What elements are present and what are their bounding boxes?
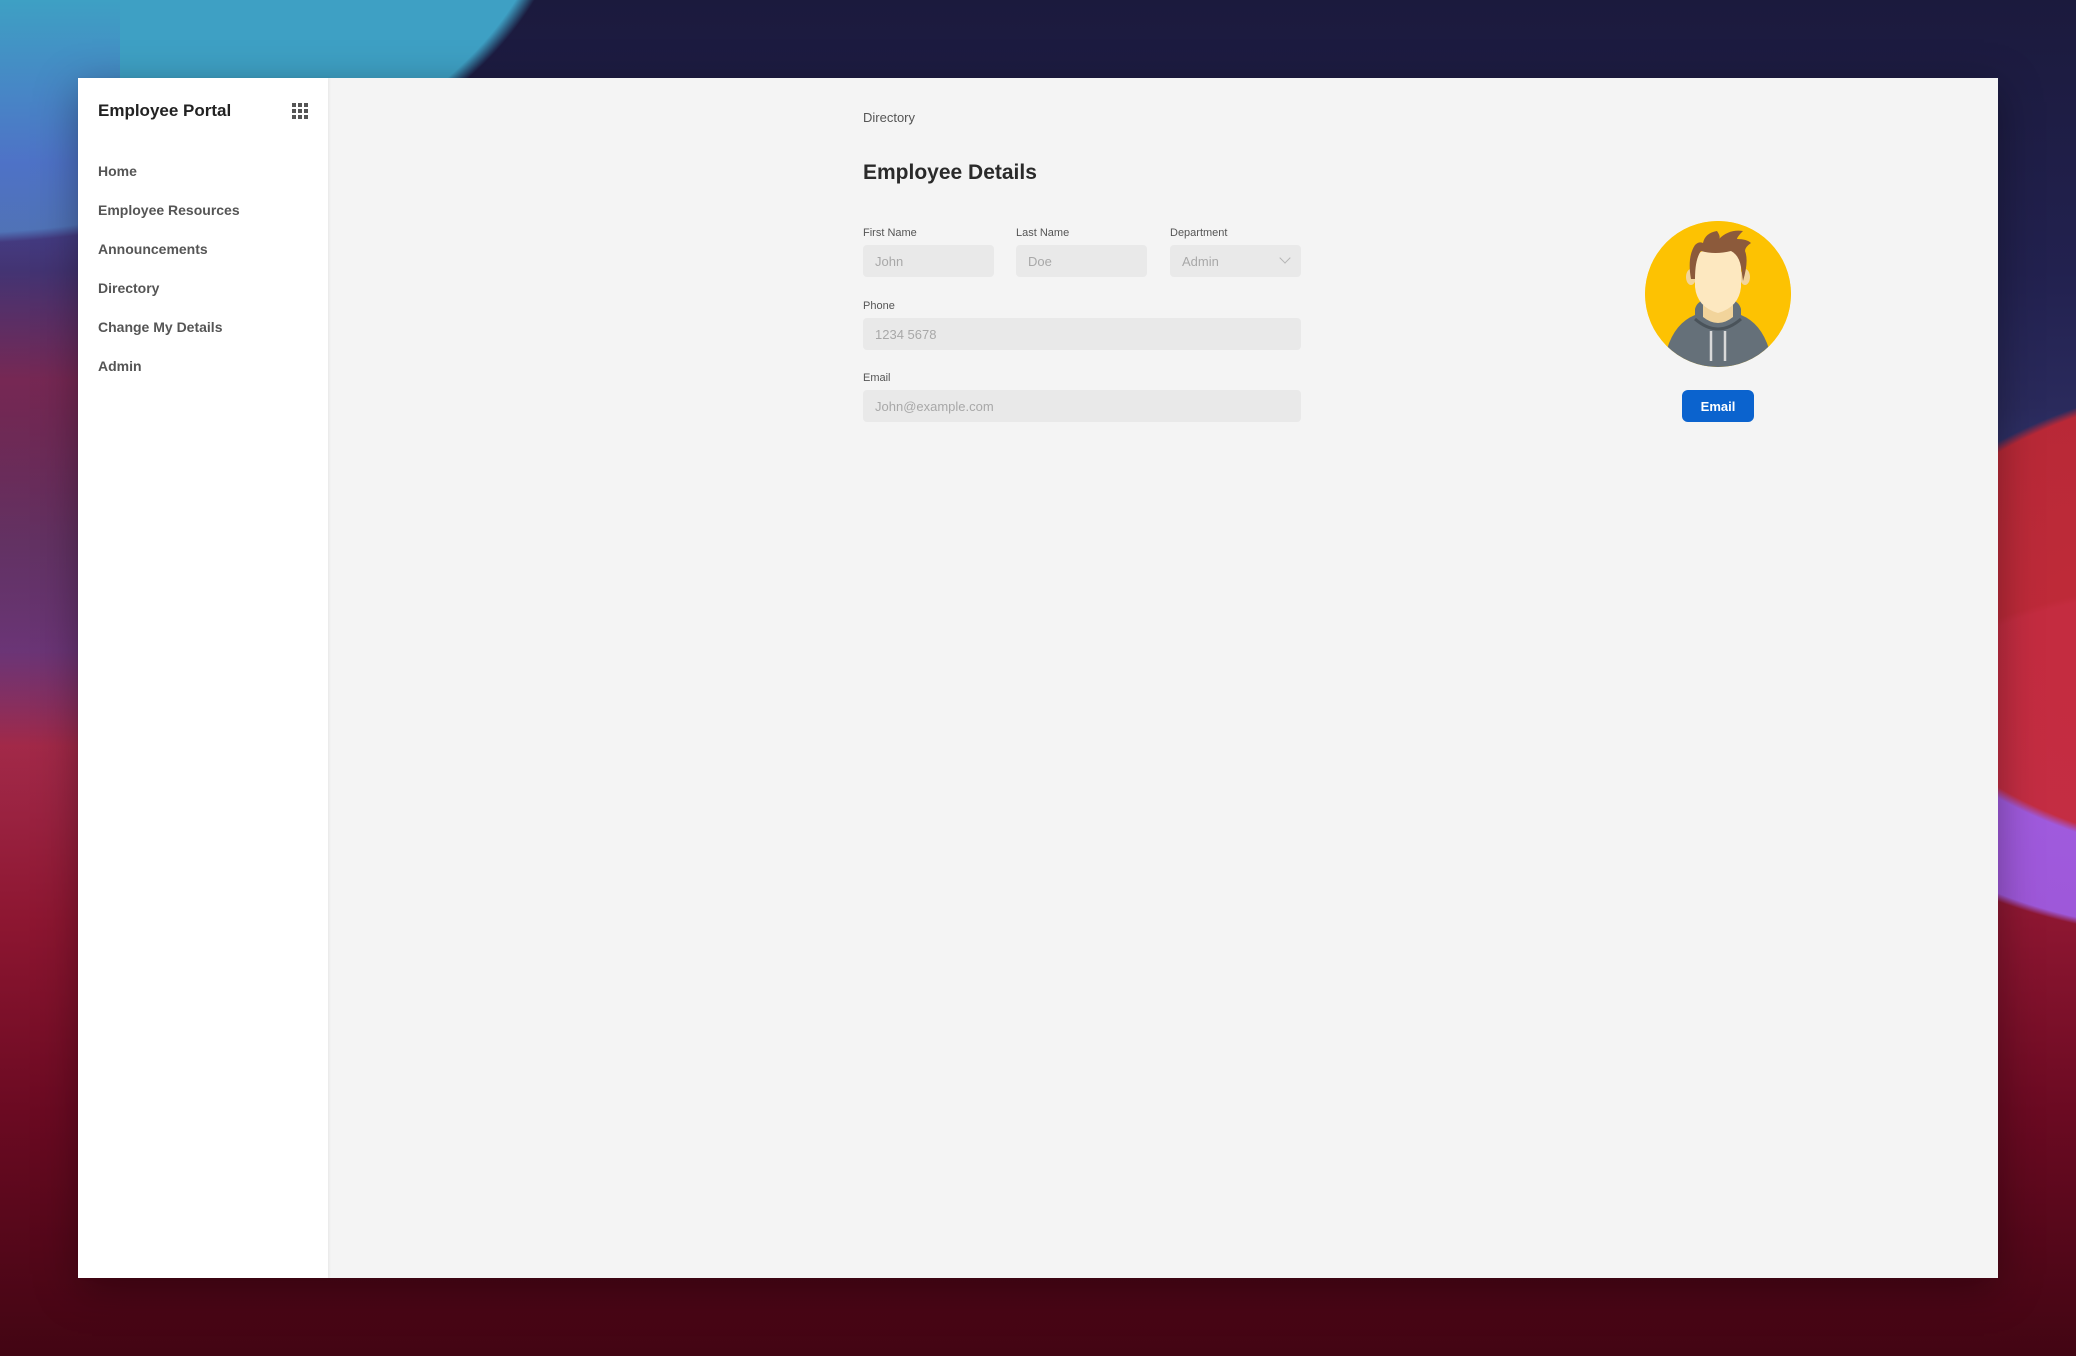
phone-input[interactable] [863, 318, 1301, 350]
last-name-label: Last Name [1016, 227, 1070, 239]
phone-field: Phone [863, 299, 1301, 350]
department-selected-value: Admin [1182, 253, 1219, 269]
department-field: Department Admin [1170, 226, 1301, 277]
first-name-label: First Name [863, 227, 917, 239]
sidebar-item-announcements[interactable]: Announcements [98, 230, 308, 269]
last-name-field: Last Name [1016, 226, 1147, 277]
sidebar-item-home[interactable]: Home [98, 152, 308, 191]
app-brand: Employee Portal [98, 101, 232, 120]
sidebar-nav: Home Employee Resources Announcements Di… [98, 152, 308, 386]
sidebar-item-employee-resources[interactable]: Employee Resources [98, 191, 308, 230]
sidebar-item-directory[interactable]: Directory [98, 269, 308, 308]
first-name-input[interactable] [863, 245, 994, 277]
first-name-field: First Name [863, 226, 994, 277]
phone-label: Phone [863, 300, 895, 312]
email-label: Email [863, 372, 891, 384]
user-avatar-icon [1645, 221, 1791, 367]
email-button[interactable]: Email [1682, 390, 1754, 422]
app-window: Employee Portal Home Employee Resources … [78, 78, 1998, 1278]
sidebar-item-change-my-details[interactable]: Change My Details [98, 308, 308, 347]
sidebar-header: Employee Portal [98, 78, 308, 142]
main-content: Directory Employee Details First Name La… [328, 78, 1998, 1278]
sidebar: Employee Portal Home Employee Resources … [78, 78, 328, 1278]
last-name-input[interactable] [1016, 245, 1147, 277]
chevron-down-icon [1279, 252, 1291, 264]
department-label: Department [1170, 227, 1228, 239]
department-select[interactable]: Admin [1170, 245, 1301, 277]
email-input[interactable] [863, 390, 1301, 422]
page-title: Employee Details [863, 161, 1037, 184]
breadcrumb[interactable]: Directory [863, 110, 915, 125]
sidebar-item-admin[interactable]: Admin [98, 347, 308, 386]
avatar-illustration [1645, 221, 1791, 367]
apps-grid-icon[interactable] [292, 103, 308, 119]
email-field: Email [863, 371, 1301, 422]
